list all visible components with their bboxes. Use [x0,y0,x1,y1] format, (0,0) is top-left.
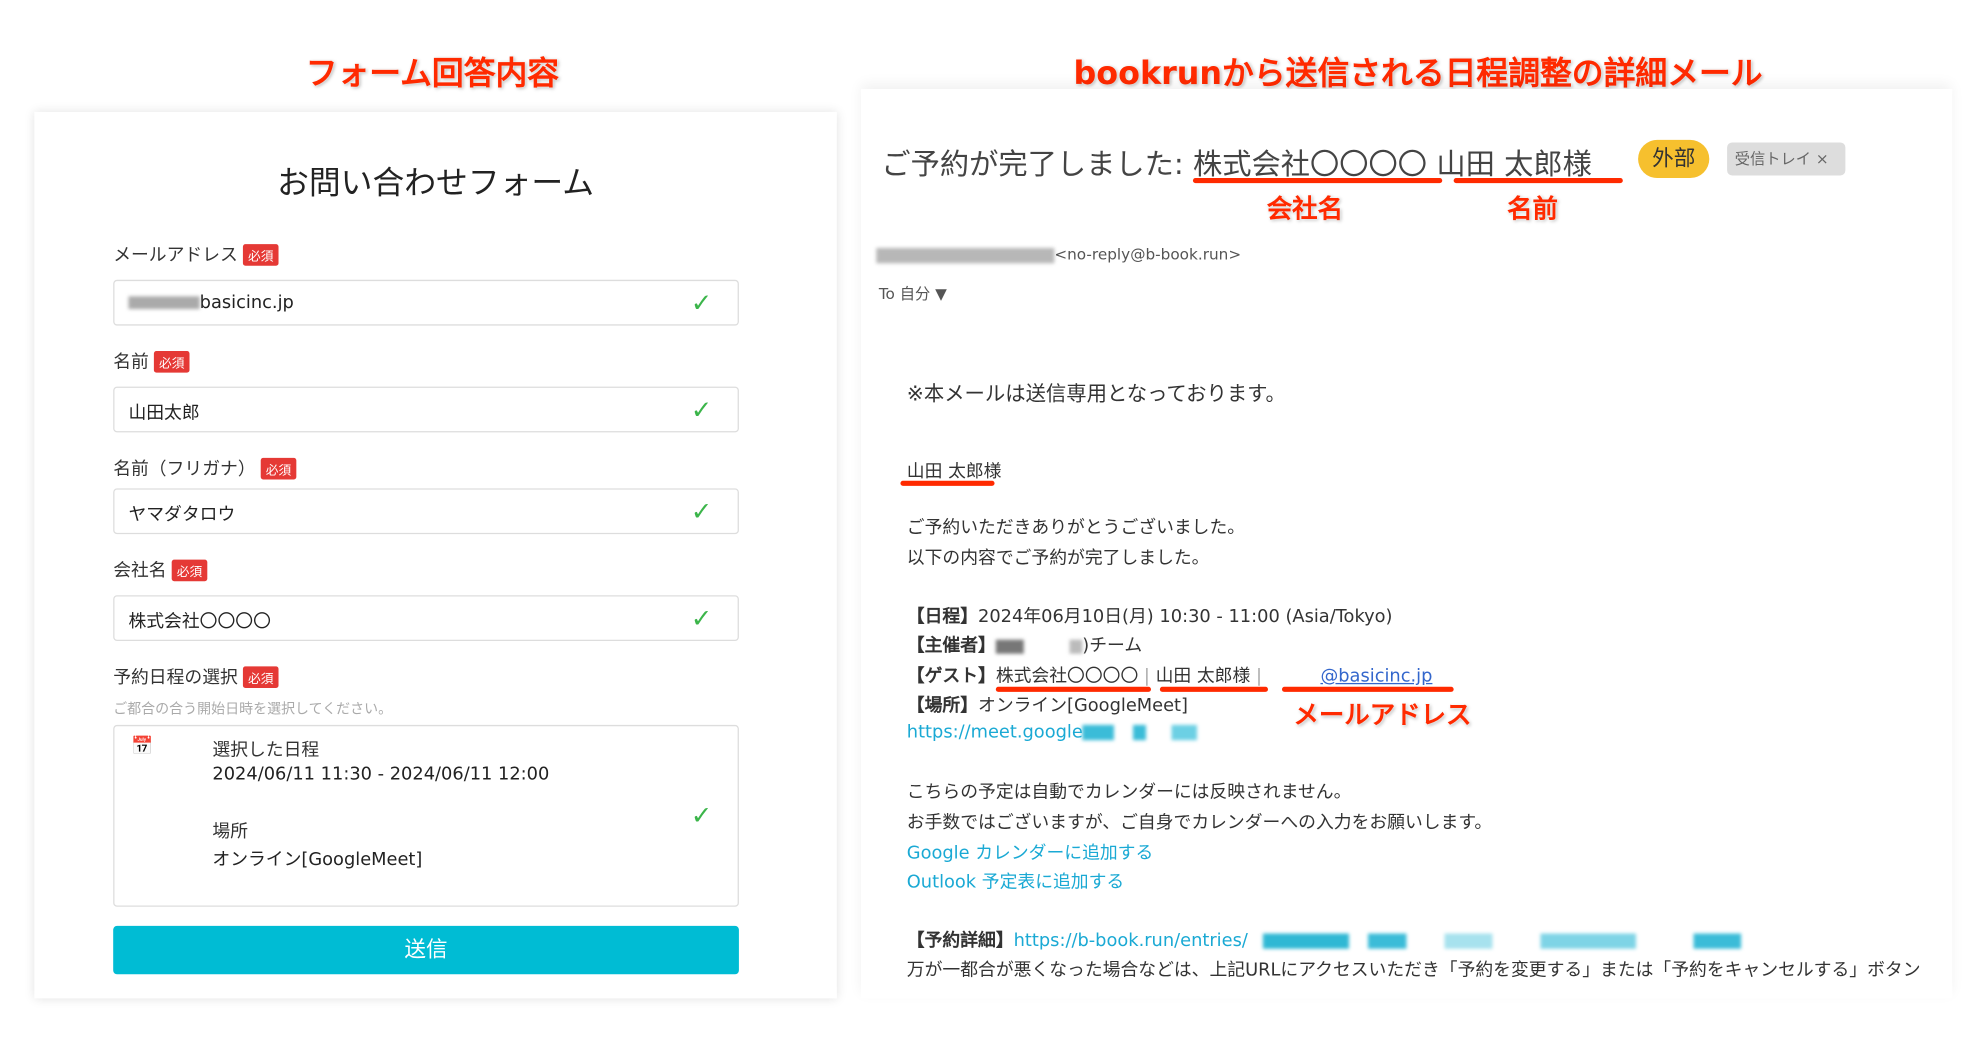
schedule-label: 予約日程の選択 必須 [113,664,279,689]
host-row: 【主催者】)チーム [906,635,1143,657]
place-title: 場所 [212,821,249,842]
detail-row: 【予約詳細】https://b-book.run/entries/ [907,927,1742,952]
annotation-email: メールアドレス [1293,699,1472,731]
body-line: ご予約いただきありがとうございました。 [906,517,1246,538]
form-title: お問い合わせフォーム [277,164,595,201]
name-field[interactable]: 山田太郎 ✓ [113,386,739,433]
email-field[interactable]: basicinc.jp ✓ [113,279,739,326]
redacted-block [128,296,200,310]
check-icon: ✓ [690,496,713,527]
calendar-icon: 📅 [130,736,154,757]
check-icon: ✓ [690,287,713,318]
required-badge: 必須 [260,457,297,479]
required-badge: 必須 [153,350,190,373]
place-row: 【場所】オンライン[GoogleMeet] [906,695,1188,717]
left-caption: フォーム回答内容 [305,54,560,92]
email-view: ご予約が完了しました: 株式会社〇〇〇〇 山田 太郎様 会社名 名前 外部 受信… [861,89,1953,999]
redacted-block [1263,933,1742,949]
selected-value: 2024/06/11 11:30 - 2024/06/11 12:00 [212,764,550,785]
date-row: 【日程】2024年06月10日(月) 10:30 - 11:00 (Asia/T… [906,606,1393,627]
body-line: こちらの予定は自動でカレンダーには反映されません。 [906,782,1352,803]
detail-link[interactable]: https://b-book.run/entries/ [1014,931,1248,951]
submit-button[interactable]: 送信 [113,925,739,975]
place-value: オンライン[GoogleMeet] [212,849,423,870]
email-label: メールアドレス 必須 [113,242,279,267]
annotation-name: 名前 [1507,193,1558,224]
email-subject: ご予約が完了しました: 株式会社〇〇〇〇 山田 太郎様 [881,148,1592,182]
meet-link[interactable]: https://meet.google [907,722,1210,743]
furigana-label: 名前（フリガナ） 必須 [113,455,297,480]
inquiry-form: お問い合わせフォーム メールアドレス 必須 basicinc.jp ✓ 名前 必須 山… [34,111,837,999]
company-label: 会社名 必須 [113,557,208,582]
guest-row: 【ゲスト】株式会社〇〇〇〇 | 山田 太郎様 | @basicinc.jp [906,666,1433,687]
outlook-link[interactable]: Outlook 予定表に追加する [907,869,1124,894]
google-calendar-link[interactable]: Google カレンダーに追加する [907,839,1154,864]
check-icon: ✓ [690,602,713,634]
furigana-field[interactable]: ヤマダタロウ ✓ [113,488,739,535]
schedule-field[interactable]: 📅 選択した日程 2024/06/11 11:30 - 2024/06/11 1… [113,724,739,907]
body-line: お手数ではございますが、ご自身でカレンダーへの入力をお願いします。 [906,812,1493,834]
redacted-block [1069,639,1083,654]
last-line: 万が一都合が悪くなった場合などは、上記URLにアクセスいただき「予約を変更する」… [906,960,1921,981]
check-icon: ✓ [690,394,713,425]
required-badge: 必須 [242,243,279,266]
schedule-hint: ご都合の合う開始日時を選択してください。 [113,700,393,718]
redacted-block [995,639,1024,654]
check-icon: ✓ [690,799,713,831]
redacted-block [876,247,1055,263]
close-icon[interactable]: × [1816,150,1829,168]
company-field[interactable]: 株式会社〇〇〇〇 ✓ [113,595,739,641]
guest-email-link[interactable]: @basicinc.jp [1320,666,1432,686]
redacted-block [1082,724,1210,741]
annotation-company: 会社名 [1266,193,1344,224]
notice: ※本メールは送信専用となっております。 [906,381,1286,406]
required-badge: 必須 [171,558,208,581]
recipient-dropdown[interactable]: To 自分 ▼ [879,282,947,304]
sender: <no-reply@b-book.run> [876,245,1241,263]
required-badge: 必須 [242,665,279,688]
body-line: 以下の内容でご予約が完了しました。 [906,548,1210,569]
name-label: 名前 必須 [113,348,190,373]
selected-title: 選択した日程 [212,740,320,761]
external-tag: 外部 [1638,139,1710,179]
inbox-tag[interactable]: 受信トレイ × [1727,142,1846,176]
greeting: 山田 太郎様 [906,461,1002,483]
caret-down-icon: ▼ [935,284,947,303]
right-caption: bookrunから送信される日程調整の詳細メール [1073,54,1763,92]
